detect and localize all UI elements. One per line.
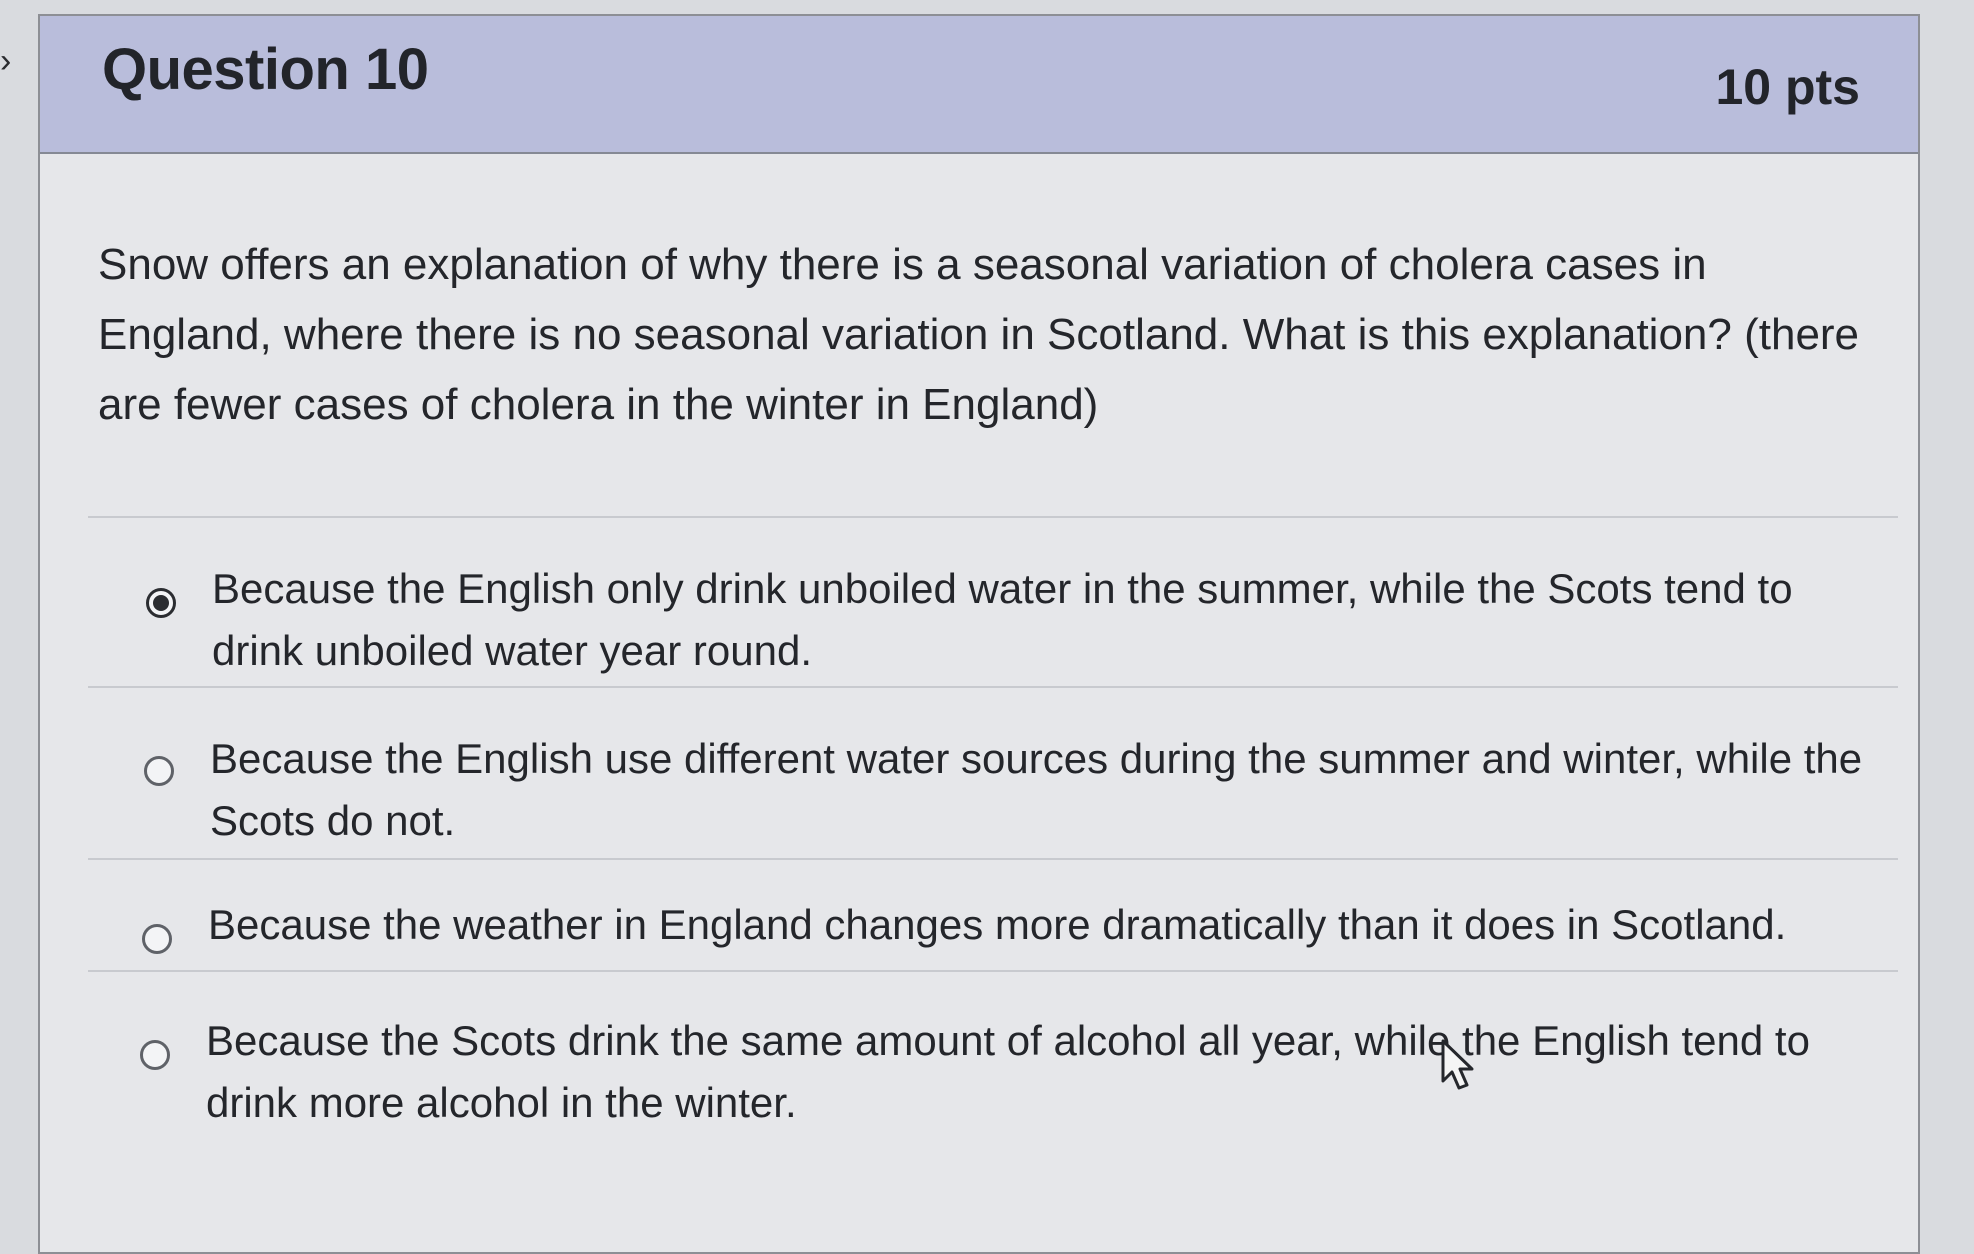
answer-option-label[interactable]: Because the Scots drink the same amount …	[206, 1010, 1878, 1134]
radio-button[interactable]	[142, 924, 172, 954]
answer-option-1[interactable]: Because the English only drink unboiled …	[88, 518, 1898, 686]
radio-button[interactable]	[144, 756, 174, 786]
answer-option-3[interactable]: Because the weather in England changes m…	[88, 860, 1898, 970]
question-points: 10 pts	[1715, 59, 1860, 115]
question-card: Question 10 10 pts Snow offers an explan…	[38, 14, 1920, 1254]
chevron-left-icon[interactable]: ›	[0, 44, 11, 78]
radio-button-selected[interactable]	[146, 588, 176, 618]
question-title: Question 10	[102, 37, 429, 102]
answer-option-label[interactable]: Because the English only drink unboiled …	[212, 558, 1878, 682]
answer-option-label[interactable]: Because the weather in England changes m…	[208, 894, 1878, 956]
answer-option-label[interactable]: Because the English use different water …	[210, 728, 1878, 852]
answer-list: Because the English only drink unboiled …	[88, 516, 1898, 1162]
question-text: Snow offers an explanation of why there …	[98, 240, 1860, 429]
answer-option-2[interactable]: Because the English use different water …	[88, 688, 1898, 858]
question-header: Question 10 10 pts	[40, 16, 1918, 154]
radio-button[interactable]	[140, 1040, 170, 1070]
mouse-pointer-icon	[1441, 1039, 1474, 1090]
answer-option-4[interactable]: Because the Scots drink the same amount …	[88, 972, 1898, 1162]
